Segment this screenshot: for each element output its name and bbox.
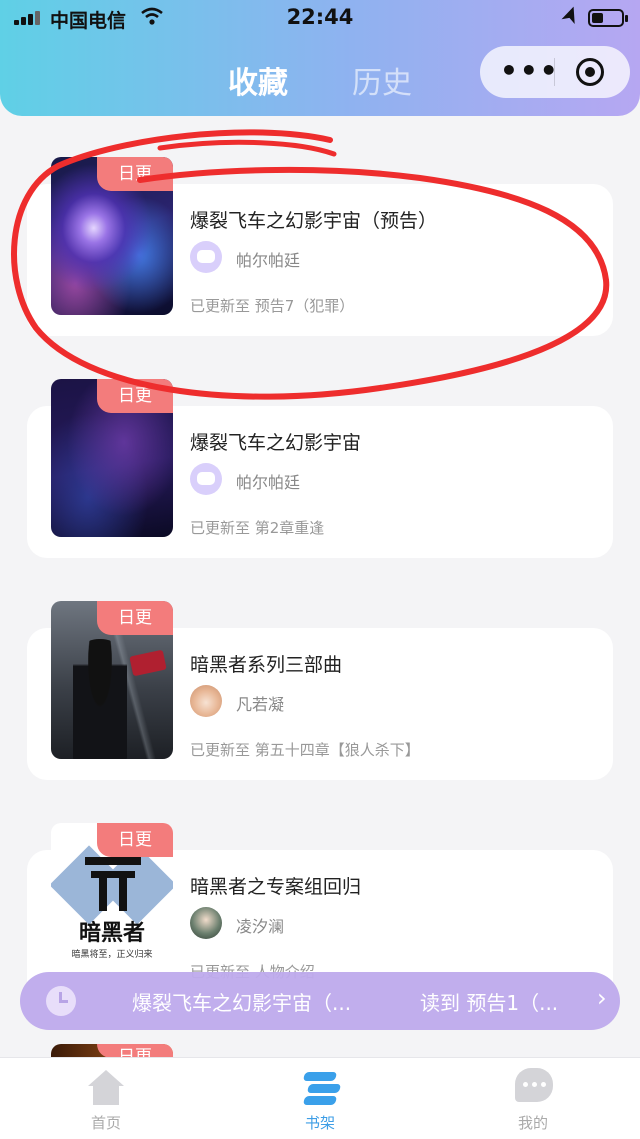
daily-update-badge: 日更 — [97, 1044, 173, 1058]
daily-update-badge: 日更 — [97, 601, 173, 635]
daily-update-badge: 日更 — [97, 823, 173, 857]
nav-item-home[interactable]: 首页 — [46, 1058, 166, 1139]
anheizhe-logo-icon — [85, 853, 141, 911]
book-title[interactable]: 爆裂飞车之幻影宇宙 — [190, 428, 361, 455]
nav-label: 我的 — [517, 1114, 548, 1132]
capsule-divider — [554, 58, 555, 86]
nav-item-me[interactable]: 我的 — [473, 1058, 593, 1139]
author-avatar — [190, 685, 222, 717]
author-avatar — [190, 463, 222, 495]
nav-label: 首页 — [90, 1114, 121, 1132]
bottom-navigation: 首页 书架 我的 — [0, 1057, 640, 1139]
status-time: 22:44 — [286, 5, 354, 29]
nav-item-bookshelf[interactable]: 书架 — [260, 1058, 380, 1139]
battery-icon — [588, 9, 628, 27]
tab-favorites[interactable]: 收藏 — [228, 58, 288, 102]
author-avatar — [190, 907, 222, 939]
update-progress: 已更新至 第五十四章【狼人杀下】 — [190, 741, 420, 759]
continue-reading-bar[interactable]: 爆裂飞车之幻影宇宙（... 读到 预告1（... › — [20, 972, 620, 1030]
clock-icon — [46, 986, 76, 1016]
header-bar: 中国电信 22:44 收藏 历史 ••• — [0, 0, 640, 116]
target-icon[interactable] — [576, 58, 604, 86]
chevron-right-icon[interactable]: › — [597, 984, 607, 1012]
home-icon — [88, 1070, 124, 1106]
author-name: 凡若凝 — [236, 695, 285, 714]
continue-reading-position: 读到 预告1（... — [420, 991, 559, 1015]
tab-history[interactable]: 历史 — [352, 58, 412, 102]
cover-subtitle: 暗黑将至，正义归来 — [71, 950, 153, 960]
nav-label: 书架 — [304, 1114, 335, 1132]
red-circle-annotation — [11, 129, 610, 400]
book-title[interactable]: 暗黑者系列三部曲 — [190, 650, 342, 677]
continue-reading-title: 爆裂飞车之幻影宇宙（... — [132, 991, 352, 1015]
miniprogram-capsule: ••• — [480, 46, 630, 98]
book-title[interactable]: 暗黑者之专案组回归 — [190, 872, 361, 899]
author-name: 帕尔帕廷 — [236, 473, 301, 492]
more-dots-icon[interactable]: ••• — [500, 54, 560, 87]
cover-title: 暗黑者 — [78, 921, 145, 946]
author-name: 凌汐澜 — [236, 917, 285, 936]
status-bar: 中国电信 22:44 — [0, 0, 640, 36]
bookshelf-icon — [302, 1070, 342, 1106]
update-progress: 已更新至 第2章重逢 — [190, 519, 325, 537]
chat-icon — [515, 1068, 553, 1102]
